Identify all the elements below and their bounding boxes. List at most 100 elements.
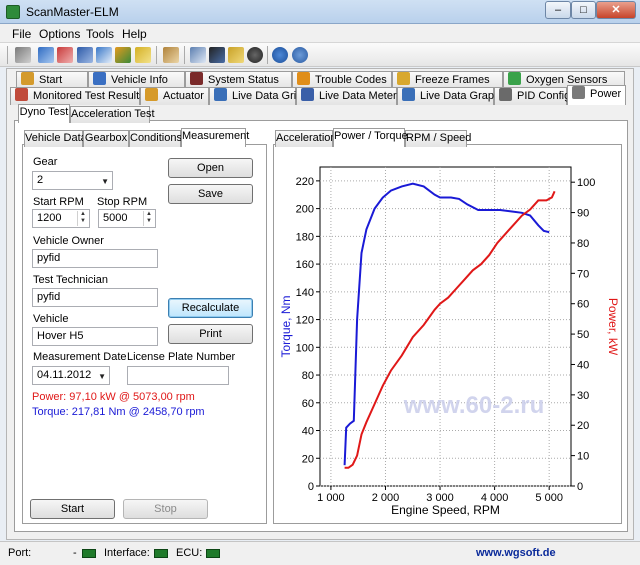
- recalculate-button[interactable]: Recalculate: [168, 298, 253, 318]
- wizard-icon[interactable]: [38, 47, 54, 63]
- y-left-tick-label: 220: [296, 176, 314, 188]
- stop-rpm-label: Stop RPM: [97, 196, 148, 208]
- tab-vehicle-data[interactable]: Vehicle Data: [24, 130, 87, 147]
- y-left-tick-label: 0: [308, 481, 314, 493]
- stop-button[interactable]: Stop: [123, 499, 208, 519]
- monitor-icon[interactable]: [77, 47, 93, 63]
- y-right-tick-label: 10: [577, 451, 589, 463]
- y-right-tick-label: 40: [577, 359, 589, 371]
- menu-help[interactable]: Help: [122, 27, 147, 41]
- test-icon: [15, 88, 28, 101]
- close-button[interactable]: ✕: [596, 1, 636, 19]
- diagnostics-icon[interactable]: [57, 47, 73, 63]
- y-left-tick-label: 80: [302, 370, 314, 382]
- connect-icon[interactable]: [15, 47, 31, 63]
- tab-label: Start: [39, 74, 63, 86]
- tab-rpm-speed[interactable]: RPM / Speed: [405, 130, 471, 147]
- y-left-tick-label: 140: [296, 287, 314, 299]
- battery-icon[interactable]: [228, 47, 244, 63]
- menu-options[interactable]: Options: [39, 27, 80, 41]
- tab-acceleration[interactable]: Acceleration: [275, 130, 337, 147]
- globe-icon[interactable]: [247, 47, 263, 63]
- tab-dyno-test[interactable]: Dyno Test: [18, 104, 70, 123]
- tab-label: PID Config: [517, 90, 571, 102]
- y-right-tick-label: 0: [577, 481, 583, 493]
- interface-label: Interface:: [104, 547, 150, 559]
- chevron-down-icon: ▼: [101, 177, 109, 186]
- toolbar-separator: [156, 46, 157, 64]
- y-right-tick-label: 100: [577, 177, 595, 189]
- y-right-tick-label: 20: [577, 420, 589, 432]
- app-icon: [6, 5, 20, 19]
- start-icon: [21, 72, 34, 85]
- tab-label: Freeze Frames: [415, 74, 490, 86]
- tab-live-data-grid[interactable]: Live Data Grid: [209, 87, 302, 105]
- tab-label: Live Data Grid: [232, 90, 303, 102]
- print-button[interactable]: Print: [168, 324, 253, 344]
- start-rpm-label: Start RPM: [33, 196, 84, 208]
- watermark: www.60-2.ru: [403, 392, 544, 419]
- stop-rpm-stepper[interactable]: 5000 ▲ ▼: [98, 209, 156, 228]
- menu-file[interactable]: File: [12, 27, 31, 41]
- grid-icon: [214, 88, 227, 101]
- start-rpm-stepper[interactable]: 1200 ▲ ▼: [32, 209, 90, 228]
- tab-conditions[interactable]: Conditions: [129, 130, 182, 147]
- tab-monitored-test-results[interactable]: Monitored Test Results: [10, 87, 145, 105]
- test-technician-label: Test Technician: [33, 274, 109, 286]
- tab-pid-config[interactable]: PID Config: [494, 87, 571, 105]
- toolbar-separator: [184, 46, 185, 64]
- measurement-date-picker[interactable]: 04.11.2012 ▼: [32, 366, 110, 385]
- y-left-tick-label: 60: [302, 398, 314, 410]
- tab-label: Actuator: [163, 90, 204, 102]
- maximize-button[interactable]: □: [571, 1, 596, 19]
- help-icon[interactable]: [292, 47, 308, 63]
- spin-arrows-icon[interactable]: ▲ ▼: [143, 211, 154, 226]
- tab-measurement[interactable]: Measurement: [181, 128, 249, 147]
- stop-rpm-value: 5000: [103, 212, 128, 224]
- y-left-axis-title: Torque, Nm: [279, 295, 293, 357]
- y-right-tick-label: 60: [577, 299, 589, 311]
- vehicle-field[interactable]: Hover H5: [32, 327, 158, 346]
- tab-acceleration-test[interactable]: Acceleration Test: [70, 106, 155, 123]
- y-right-tick-label: 50: [577, 329, 589, 341]
- y-left-tick-label: 200: [296, 204, 314, 216]
- y-right-tick-label: 80: [577, 238, 589, 250]
- tab-actuator[interactable]: Actuator: [140, 87, 209, 105]
- gear-select[interactable]: 2 ▼: [32, 171, 113, 190]
- chart-icon[interactable]: [115, 47, 131, 63]
- test-technician-field[interactable]: pyfid: [32, 288, 158, 307]
- y-left-tick-label: 180: [296, 231, 314, 243]
- clipboard-icon[interactable]: [163, 47, 179, 63]
- dollar-icon[interactable]: [135, 47, 151, 63]
- menu-bar: File Options Tools Help: [0, 24, 640, 43]
- open-button[interactable]: Open: [168, 158, 253, 178]
- tab-live-data-graph[interactable]: Live Data Graph: [397, 87, 500, 105]
- torque-result: Torque: 217,81 Nm @ 2458,70 rpm: [32, 406, 205, 418]
- port-label: Port:: [8, 547, 32, 559]
- x-tick-label: 1 000: [317, 492, 345, 504]
- tab-live-data-meter[interactable]: Live Data Meter: [296, 87, 397, 105]
- date-value: 04.11.2012: [37, 369, 92, 381]
- info-icon[interactable]: [272, 47, 288, 63]
- vehicle-owner-field[interactable]: pyfid: [32, 249, 158, 268]
- chevron-down-icon: ▼: [98, 372, 106, 381]
- tab-label: System Status: [208, 74, 279, 86]
- tab-gearbox[interactable]: Gearbox: [83, 130, 129, 147]
- grid-icon[interactable]: [96, 47, 112, 63]
- graph-icon: [402, 88, 415, 101]
- x-tick-label: 5 000: [535, 492, 563, 504]
- tab-power-torque[interactable]: Power / Torque: [333, 128, 408, 147]
- menu-tools[interactable]: Tools: [86, 27, 114, 41]
- message-icon[interactable]: [190, 47, 206, 63]
- terminal-icon[interactable]: [209, 47, 225, 63]
- interface-led-icon: [154, 549, 168, 558]
- minimize-button[interactable]: –: [545, 1, 571, 19]
- power-result: Power: 97,10 kW @ 5073,00 rpm: [32, 391, 195, 403]
- tab-power[interactable]: Power: [567, 85, 626, 105]
- toolbar-separator: [267, 46, 268, 64]
- start-button[interactable]: Start: [30, 499, 115, 519]
- license-plate-field[interactable]: [127, 366, 229, 385]
- spin-arrows-icon[interactable]: ▲ ▼: [77, 211, 88, 226]
- website-link[interactable]: www.wgsoft.de: [476, 547, 556, 559]
- save-button[interactable]: Save: [168, 184, 253, 204]
